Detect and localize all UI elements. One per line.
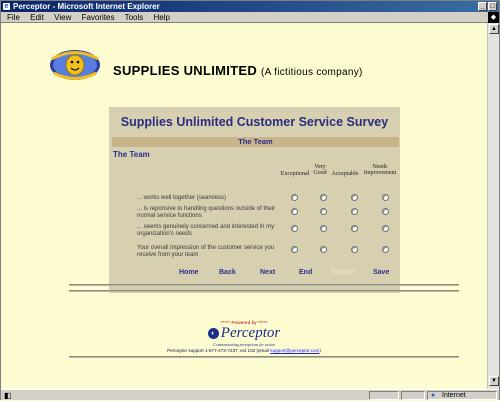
- menu-help[interactable]: Help: [154, 13, 170, 22]
- support-text: Perceptor support 1-877-473-7237, ext 10…: [167, 348, 269, 353]
- scroll-up-arrow-icon[interactable]: ▲: [489, 24, 499, 34]
- vertical-scrollbar[interactable]: ▲ ▼: [487, 23, 499, 389]
- page-status-icon: ◧: [4, 391, 12, 400]
- zone-label: Internet: [442, 392, 466, 399]
- survey-navigation: Home Back Next End Submit Save: [71, 269, 401, 281]
- minimize-button[interactable]: _: [478, 2, 487, 11]
- brand-name: SUPPLIES UNLIMITED: [113, 63, 258, 78]
- ie-icon: e: [3, 3, 10, 10]
- column-header-acceptable: Acceptable: [331, 171, 359, 177]
- q3-needs-improvement-radio[interactable]: [382, 225, 389, 232]
- q1-acceptable-radio[interactable]: [351, 194, 358, 201]
- perceptor-logo-icon: ◐: [207, 328, 219, 340]
- end-button[interactable]: End: [299, 269, 312, 276]
- perceptor-logo-text: Perceptor: [220, 325, 281, 341]
- q2-exceptional-radio[interactable]: [291, 208, 298, 215]
- column-header-exceptional: Exceptional: [280, 171, 310, 177]
- status-pane-2: [401, 391, 425, 400]
- menu-favorites[interactable]: Favorites: [82, 13, 115, 22]
- support-text-end: ): [319, 348, 321, 353]
- section-bar: The Team: [112, 137, 399, 147]
- submit-button[interactable]: Submit: [331, 269, 355, 276]
- menu-edit[interactable]: Edit: [30, 13, 44, 22]
- menu-bar: File Edit View Favorites Tools Help ◆: [1, 12, 499, 23]
- windows-logo-icon: ◆: [488, 12, 499, 23]
- scroll-down-arrow-icon[interactable]: ▼: [489, 376, 499, 386]
- next-button[interactable]: Next: [260, 269, 275, 276]
- support-line: Perceptor support 1-877-473-7237, ext 10…: [1, 348, 487, 353]
- q2-needs-improvement-radio[interactable]: [382, 208, 389, 215]
- q3-very-good-radio[interactable]: [320, 225, 327, 232]
- support-email-link[interactable]: support@perceptor.com: [270, 348, 319, 353]
- footer-divider-middle: [69, 290, 459, 292]
- question-2: ... is reponsive to handling questions o…: [137, 206, 276, 219]
- q2-very-good-radio[interactable]: [320, 208, 327, 215]
- section-heading: The Team: [113, 150, 150, 159]
- q4-needs-improvement-radio[interactable]: [382, 246, 389, 253]
- q3-exceptional-radio[interactable]: [291, 225, 298, 232]
- q4-very-good-radio[interactable]: [320, 246, 327, 253]
- status-pane-1: [369, 391, 399, 400]
- title-bar: e Perceptor - Microsoft Internet Explore…: [1, 1, 499, 12]
- page-viewport: SUPPLIES UNLIMITED (A fictitious company…: [1, 23, 487, 389]
- status-bar: ◧ ● Internet: [1, 389, 499, 400]
- q1-very-good-radio[interactable]: [320, 194, 327, 201]
- status-pane-zone: ● Internet: [427, 391, 497, 400]
- globe-icon: ●: [431, 392, 436, 399]
- survey-title: Supplies Unlimited Customer Service Surv…: [120, 115, 389, 129]
- column-header-needs-improvement: Needs Improvement: [363, 164, 397, 176]
- question-3: ... seems genuinely concerned and intere…: [137, 224, 275, 237]
- q4-acceptable-radio[interactable]: [351, 246, 358, 253]
- back-button[interactable]: Back: [219, 269, 236, 276]
- company-logo: [50, 50, 100, 80]
- footer-divider-bottom: [69, 356, 459, 358]
- window-title: Perceptor - Microsoft Internet Explorer: [13, 2, 160, 11]
- home-button[interactable]: Home: [179, 269, 198, 276]
- q1-exceptional-radio[interactable]: [291, 194, 298, 201]
- browser-window: e Perceptor - Microsoft Internet Explore…: [0, 0, 500, 400]
- menu-file[interactable]: File: [7, 13, 20, 22]
- q2-acceptable-radio[interactable]: [351, 208, 358, 215]
- brand-tagline: (A fictitious company): [261, 67, 363, 78]
- q3-acceptable-radio[interactable]: [351, 225, 358, 232]
- question-1: ... works well together (seamless): [137, 195, 227, 201]
- footer-divider-top: [69, 284, 459, 286]
- q1-needs-improvement-radio[interactable]: [382, 194, 389, 201]
- menu-tools[interactable]: Tools: [125, 13, 144, 22]
- survey-panel: Supplies Unlimited Customer Service Surv…: [109, 107, 400, 293]
- perceptor-tagline: Communicating perceptions for action: [213, 342, 275, 347]
- brand-heading: SUPPLIES UNLIMITED (A fictitious company…: [113, 63, 363, 78]
- save-button[interactable]: Save: [373, 269, 389, 276]
- question-4: Your overall impression of the customer …: [137, 245, 275, 258]
- q4-exceptional-radio[interactable]: [291, 246, 298, 253]
- menu-view[interactable]: View: [54, 13, 71, 22]
- maximize-button[interactable]: □: [488, 2, 497, 11]
- perceptor-logo[interactable]: ◐ Perceptor: [1, 325, 487, 342]
